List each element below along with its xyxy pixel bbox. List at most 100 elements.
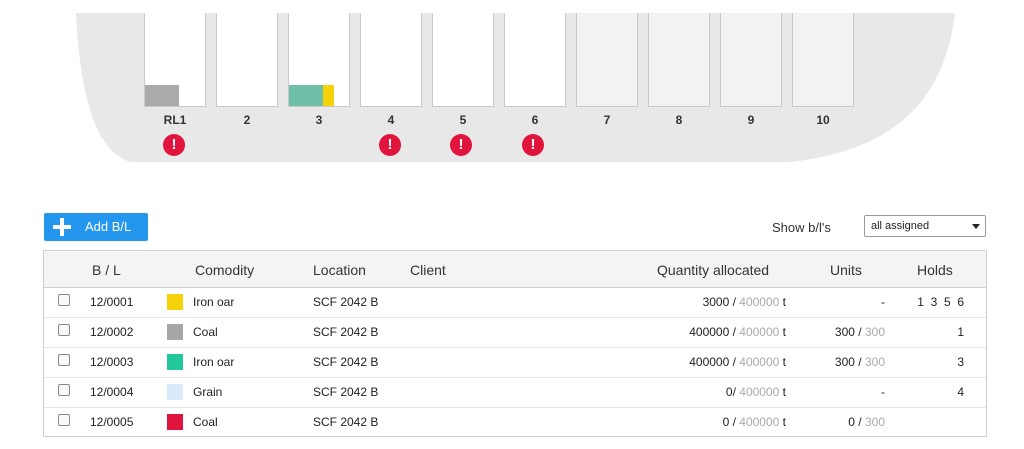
hold-7[interactable] xyxy=(576,13,638,107)
plus-icon xyxy=(53,218,71,236)
header-client: Client xyxy=(410,262,446,278)
holds-list: 1 xyxy=(957,325,964,339)
units-total: 300 xyxy=(864,325,885,339)
holds-list: 1 3 5 6 xyxy=(917,295,964,309)
hold-fill xyxy=(289,85,323,106)
quantity-total: 400000 xyxy=(739,295,780,309)
header-holds: Holds xyxy=(917,262,953,278)
units: 300 / 300 xyxy=(835,325,885,339)
add-bl-button[interactable]: Add B/L xyxy=(44,213,148,241)
table-row[interactable]: 12/0003 Iron oar SCF 2042 B 400000 / 400000… xyxy=(44,347,986,378)
commodity-name: Iron oar xyxy=(193,355,235,369)
hold-2[interactable] xyxy=(216,13,278,107)
hold-label: 5 xyxy=(459,113,467,127)
header-quantity: Quantity allocated xyxy=(657,262,770,278)
units-separator: / xyxy=(854,325,865,339)
location: SCF 2042 B xyxy=(313,355,379,369)
quantity-allocated: 0/ 400000 t xyxy=(726,385,786,399)
hold-8[interactable] xyxy=(648,13,710,107)
quantity-value: 0 xyxy=(725,385,733,399)
hold-label: 6 xyxy=(531,113,539,127)
row-checkbox[interactable] xyxy=(58,384,70,396)
quantity-separator: / xyxy=(729,355,740,369)
commodity-name: Coal xyxy=(193,325,218,339)
units-value: 0 xyxy=(848,415,855,429)
hold-3[interactable] xyxy=(288,13,350,107)
row-checkbox[interactable] xyxy=(58,414,70,426)
quantity-total: 400000 xyxy=(739,415,780,429)
alert-icon[interactable]: ! xyxy=(379,134,401,156)
quantity-separator: / xyxy=(729,415,740,429)
holds-list: 3 xyxy=(957,355,964,369)
units-separator: / xyxy=(854,355,865,369)
hold-label: 9 xyxy=(747,113,755,127)
commodity-name: Grain xyxy=(193,385,223,399)
commodity-color-swatch xyxy=(167,324,183,340)
row-checkbox[interactable] xyxy=(58,294,70,306)
alert-icon[interactable]: ! xyxy=(163,134,185,156)
commodity-color-swatch xyxy=(167,294,183,310)
quantity-allocated: 400000 / 400000 t xyxy=(689,325,786,339)
commodity-name: Iron oar xyxy=(193,295,235,309)
bl-number: 12/0001 xyxy=(90,295,134,309)
quantity-unit: t xyxy=(779,355,786,369)
quantity-separator: / xyxy=(729,325,740,339)
units: - xyxy=(881,295,885,309)
hold-10[interactable] xyxy=(792,13,854,107)
show-bls-select[interactable]: all assigned xyxy=(864,215,986,237)
hold-1[interactable] xyxy=(144,13,206,107)
table-row[interactable]: 12/0004 Grain SCF 2042 B 0/ 400000 t - 4 xyxy=(44,377,986,408)
units-value: - xyxy=(881,385,885,399)
hold-label: 2 xyxy=(243,113,251,127)
quantity-total: 400000 xyxy=(739,385,780,399)
commodity-name: Coal xyxy=(193,415,218,429)
hold-fill xyxy=(145,85,179,106)
hold-9[interactable] xyxy=(720,13,782,107)
location: SCF 2042 B xyxy=(313,295,379,309)
quantity-total: 400000 xyxy=(739,325,780,339)
hold-5[interactable] xyxy=(432,13,494,107)
hold-label: 8 xyxy=(675,113,683,127)
location: SCF 2042 B xyxy=(313,385,379,399)
bl-number: 12/0002 xyxy=(90,325,134,339)
row-checkbox[interactable] xyxy=(58,354,70,366)
hold-label: 3 xyxy=(315,113,323,127)
row-checkbox[interactable] xyxy=(58,324,70,336)
quantity-value: 3000 xyxy=(702,295,730,309)
quantity-unit: t xyxy=(779,415,786,429)
table-row[interactable]: 12/0002 Coal SCF 2042 B 400000 / 400000 t 30… xyxy=(44,317,986,348)
units: 300 / 300 xyxy=(835,355,885,369)
alert-icon[interactable]: ! xyxy=(450,134,472,156)
commodity-color-swatch xyxy=(167,414,183,430)
quantity-unit: t xyxy=(779,385,786,399)
units-total: 300 xyxy=(864,355,885,369)
header-units: Units xyxy=(830,262,862,278)
quantity-unit: t xyxy=(779,325,786,339)
hold-label: 7 xyxy=(603,113,611,127)
hold-label: 4 xyxy=(387,113,395,127)
quantity-allocated: 3000 / 400000 t xyxy=(703,295,786,309)
bl-number: 12/0005 xyxy=(90,415,134,429)
hold-fill xyxy=(323,85,334,106)
quantity-allocated: 0 / 400000 t xyxy=(723,415,786,429)
hold-label: RL1 xyxy=(163,113,187,127)
commodity-color-swatch xyxy=(167,354,183,370)
quantity-value: 400000 xyxy=(689,325,730,339)
bl-number: 12/0004 xyxy=(90,385,134,399)
quantity-value: 400000 xyxy=(689,355,730,369)
commodity-color-swatch xyxy=(167,384,183,400)
table-row[interactable]: 12/0001 Iron oar SCF 2042 B 3000 / 400000 t… xyxy=(44,287,986,318)
location: SCF 2042 B xyxy=(313,415,379,429)
quantity-unit: t xyxy=(779,295,786,309)
header-location: Location xyxy=(313,262,366,278)
header-bl: B / L xyxy=(92,262,121,278)
hold-6[interactable] xyxy=(504,13,566,107)
table-row[interactable]: 12/0005 Coal SCF 2042 B 0 / 400000 t 0 / 300 xyxy=(44,407,986,437)
alert-icon[interactable]: ! xyxy=(522,134,544,156)
quantity-separator: / xyxy=(729,295,740,309)
quantity-total: 400000 xyxy=(739,355,780,369)
quantity-allocated: 400000 / 400000 t xyxy=(689,355,786,369)
show-bls-select-value: all assigned xyxy=(871,220,930,232)
hold-4[interactable] xyxy=(360,13,422,107)
hold-label: 10 xyxy=(816,113,830,127)
